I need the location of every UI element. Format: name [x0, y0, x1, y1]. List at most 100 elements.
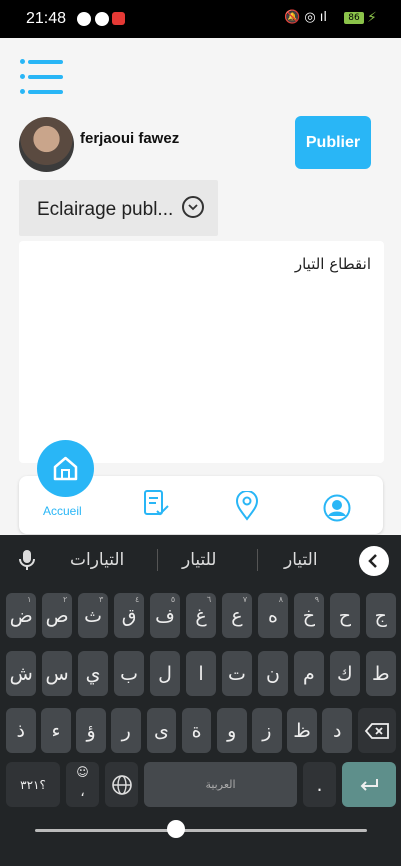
key[interactable]: ر: [111, 708, 142, 753]
key-label: ص: [45, 604, 69, 627]
system-nav-bar: [0, 845, 401, 866]
key-label: د: [332, 719, 342, 742]
space-key[interactable]: العربية: [144, 762, 297, 807]
key[interactable]: ع٧: [221, 593, 253, 638]
suggestion-divider: [257, 549, 258, 571]
key[interactable]: ك: [329, 651, 361, 696]
suggestion-1[interactable]: التيار: [284, 550, 318, 570]
key-label: غ: [195, 604, 207, 627]
comma-key[interactable]: ☺ ،: [66, 762, 99, 807]
key[interactable]: ز: [252, 708, 282, 753]
period-key[interactable]: .: [303, 762, 336, 807]
key-number-hint: ٣: [98, 595, 104, 604]
key[interactable]: ه٨: [257, 593, 289, 638]
key[interactable]: س: [41, 651, 73, 696]
menu-dot: [20, 89, 25, 94]
language-key[interactable]: [105, 762, 138, 807]
document-check-icon: [144, 490, 169, 516]
notification-icon: [77, 12, 91, 26]
key[interactable]: ؤ: [76, 708, 106, 753]
emoji-icon: ☺: [76, 765, 89, 779]
key[interactable]: ج: [365, 593, 396, 638]
user-circle-icon: [323, 494, 351, 522]
menu-icon[interactable]: [20, 56, 66, 98]
chevron-down-icon: [182, 196, 204, 218]
key-number-hint: ٥: [170, 595, 176, 604]
key-number-hint: ٦: [206, 595, 212, 604]
menu-line: [28, 75, 63, 79]
key-label: ح: [338, 604, 351, 627]
record-icon: [112, 12, 125, 25]
numbers-key[interactable]: ؟٣٢١: [6, 762, 60, 807]
nav-home-label: Accueil: [43, 504, 82, 518]
key[interactable]: ي: [77, 651, 109, 696]
key-label: ة: [191, 719, 202, 742]
key[interactable]: ث٣: [77, 593, 109, 638]
enter-key[interactable]: [342, 762, 396, 807]
nav-profile[interactable]: [323, 494, 351, 526]
username: ferjaoui fawez: [80, 130, 180, 147]
key-label: ه: [267, 604, 278, 627]
key[interactable]: خ٩: [293, 593, 325, 638]
key[interactable]: ء: [41, 708, 71, 753]
menu-line: [28, 90, 63, 94]
suggestion-3[interactable]: التيارات: [70, 550, 124, 570]
key[interactable]: ة: [181, 708, 212, 753]
app-icon: [95, 12, 109, 26]
nav-posts[interactable]: [141, 489, 171, 523]
publish-button[interactable]: Publier: [295, 116, 371, 169]
key[interactable]: ص٢: [41, 593, 73, 638]
key-label: ن: [265, 662, 280, 685]
battery-icon: 86: [344, 12, 364, 24]
key[interactable]: غ٦: [185, 593, 217, 638]
key[interactable]: ض١: [6, 593, 37, 638]
menu-line: [28, 60, 63, 64]
key-label: ى: [153, 719, 169, 742]
key-label: ء: [51, 719, 61, 742]
key-number-hint: ٨: [278, 595, 284, 604]
key[interactable]: ح: [329, 593, 361, 638]
key-label: ج: [374, 604, 387, 627]
key-label: س: [45, 662, 69, 685]
key-label: ز: [262, 719, 272, 742]
key[interactable]: ا: [185, 651, 217, 696]
key[interactable]: و: [216, 708, 247, 753]
key-label: ظ: [293, 719, 311, 742]
key[interactable]: ى: [146, 708, 177, 753]
chevron-left-icon: [368, 554, 377, 568]
key-label: ف: [155, 604, 175, 627]
key[interactable]: ل: [149, 651, 181, 696]
status-time: 21:48: [26, 10, 67, 27]
key-label: ت: [228, 662, 246, 685]
key[interactable]: د: [322, 708, 352, 753]
key[interactable]: ط: [365, 651, 396, 696]
microphone-icon[interactable]: [17, 548, 37, 576]
key[interactable]: م: [293, 651, 325, 696]
brightness-slider-knob[interactable]: [167, 820, 185, 838]
key[interactable]: ت: [221, 651, 253, 696]
key[interactable]: ن: [257, 651, 289, 696]
key-label: ب: [120, 662, 139, 685]
key-number-hint: ١: [27, 595, 32, 604]
brightness-slider-track[interactable]: [35, 829, 367, 832]
home-button[interactable]: [37, 440, 94, 497]
comma-label: ،: [80, 783, 85, 800]
key[interactable]: ق٤: [113, 593, 145, 638]
suggestion-2[interactable]: للتيار: [182, 550, 216, 570]
key[interactable]: ظ: [287, 708, 317, 753]
key[interactable]: ب: [113, 651, 145, 696]
key[interactable]: ف٥: [149, 593, 181, 638]
charging-icon: ⚡: [367, 10, 377, 26]
location-pin-icon: [235, 490, 259, 521]
post-textarea[interactable]: [19, 241, 384, 463]
enter-icon: [360, 778, 378, 791]
key-label: ض: [9, 604, 33, 627]
backspace-key[interactable]: [358, 708, 396, 753]
key-label: ذ: [16, 719, 26, 742]
key-label: ا: [198, 662, 204, 685]
collapse-suggestions-button[interactable]: [359, 546, 389, 576]
key[interactable]: ذ: [6, 708, 36, 753]
key-label: ي: [85, 662, 101, 685]
key[interactable]: ش: [6, 651, 37, 696]
nav-location[interactable]: [235, 490, 259, 525]
